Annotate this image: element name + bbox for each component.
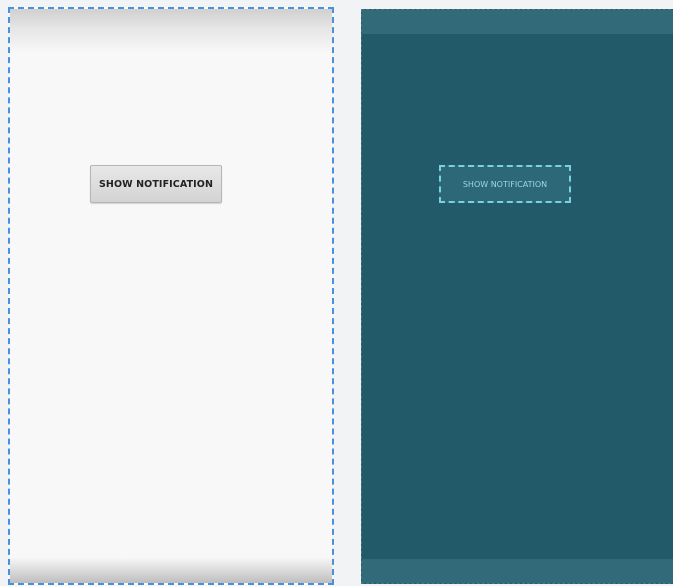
blueprint-navigation-bar xyxy=(362,559,673,583)
blueprint-status-bar xyxy=(362,10,673,34)
design-preview-panel[interactable]: SHOW NOTIFICATION xyxy=(8,7,334,585)
status-bar-shade xyxy=(10,9,332,53)
blueprint-preview-panel[interactable]: SHOW NOTIFICATION xyxy=(361,9,673,584)
blueprint-show-notification-button[interactable]: SHOW NOTIFICATION xyxy=(439,165,571,203)
show-notification-button[interactable]: SHOW NOTIFICATION xyxy=(90,165,222,203)
navigation-bar-shade xyxy=(10,557,332,583)
